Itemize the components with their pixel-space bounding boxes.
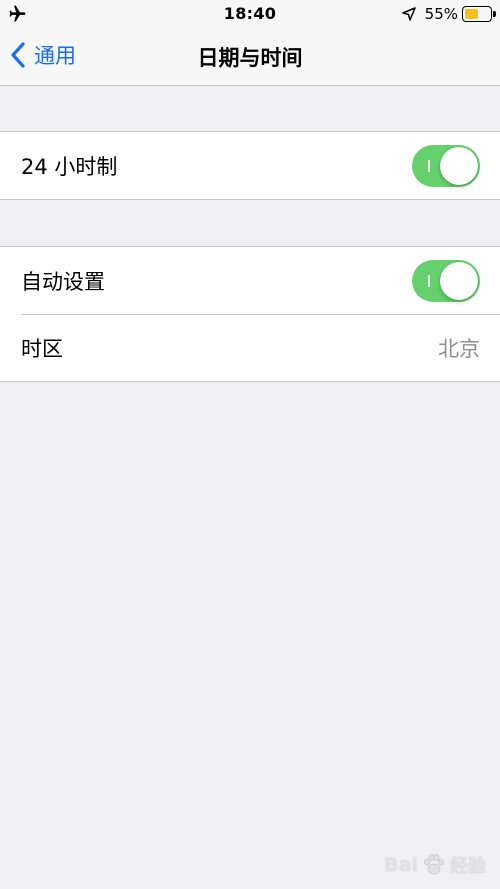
- toggle-knob: [440, 261, 478, 300]
- row-auto-set: 自动设置: [0, 247, 500, 314]
- battery-icon: [462, 6, 496, 22]
- watermark: Bai 经验: [384, 851, 486, 879]
- location-arrow-icon: [401, 7, 416, 21]
- toggle-knob: [440, 146, 478, 185]
- paw-icon: [424, 854, 444, 875]
- settings-group-time-format: 24 小时制: [0, 131, 500, 200]
- row-label-timezone: 时区: [21, 336, 63, 361]
- nav-bar: 通用 日期与时间: [0, 28, 500, 86]
- page-title: 日期与时间: [197, 46, 303, 70]
- battery-percent: 55%: [424, 5, 458, 23]
- toggle-24-hour[interactable]: [412, 144, 480, 187]
- toggle-on-mark: [428, 274, 430, 287]
- status-bar: 18:40 55%: [0, 0, 500, 28]
- timezone-value: 北京: [438, 336, 480, 361]
- toggle-auto-set[interactable]: [412, 259, 480, 302]
- toggle-on-mark: [428, 159, 430, 172]
- row-label-24-hour: 24 小时制: [21, 154, 118, 179]
- watermark-text: 经验: [450, 856, 486, 877]
- status-right-group: 55%: [401, 4, 496, 24]
- battery-cap: [493, 11, 496, 17]
- row-label-auto-set: 自动设置: [21, 269, 105, 294]
- watermark-brand: Bai: [384, 854, 418, 876]
- settings-group-auto: 自动设置 时区 北京: [0, 246, 500, 382]
- row-24-hour: 24 小时制: [0, 132, 500, 199]
- row-timezone[interactable]: 时区 北京: [0, 314, 500, 381]
- battery-fill: [465, 9, 479, 19]
